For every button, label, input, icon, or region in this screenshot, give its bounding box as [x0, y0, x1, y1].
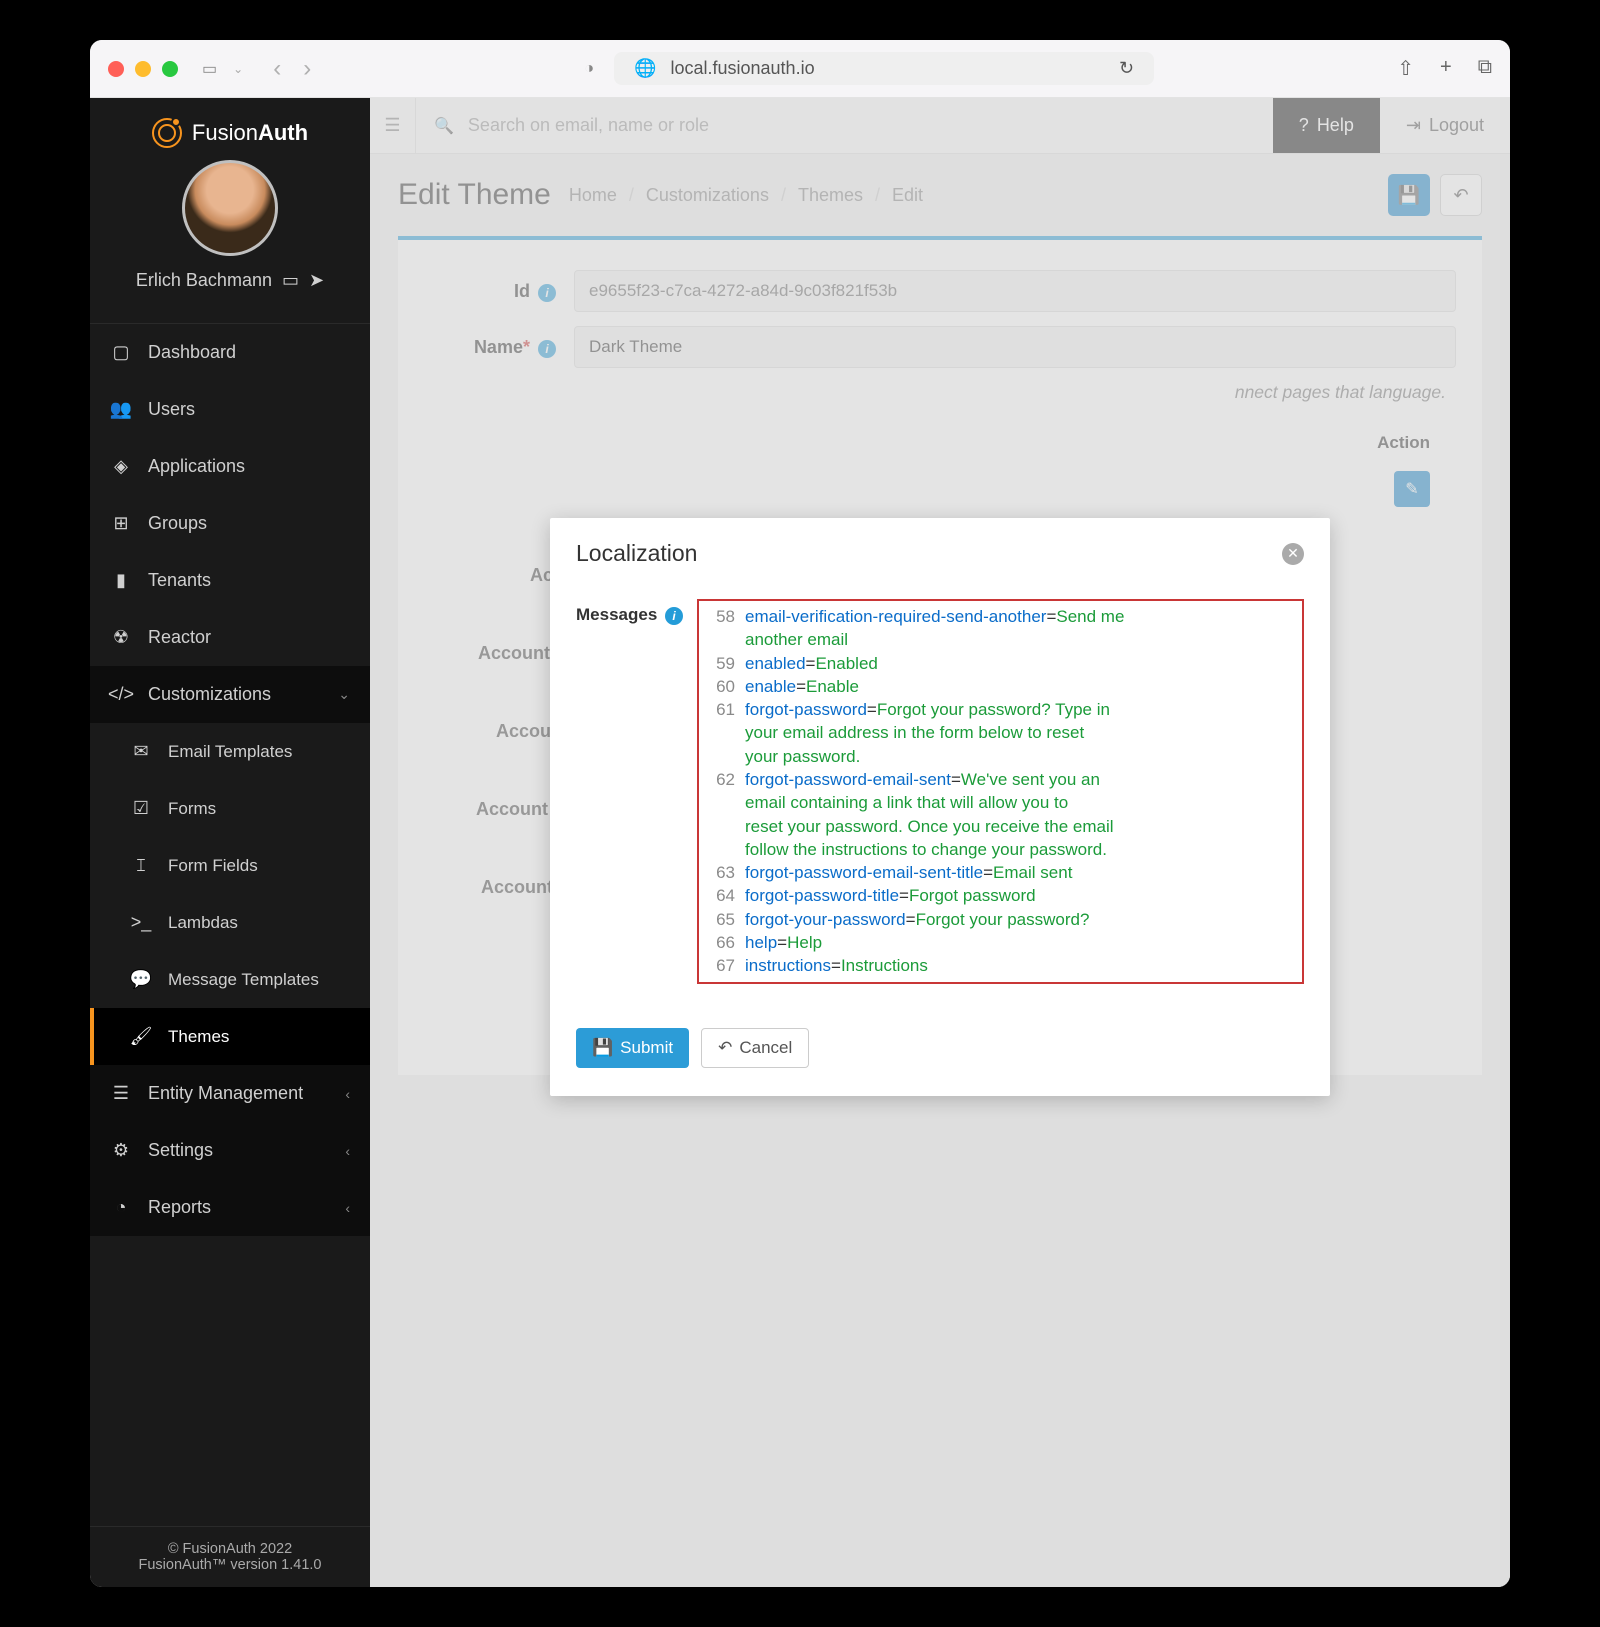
browser-chrome: ▭ ⌄ ‹ › ◑ 🌐 local.fusionauth.io ↻ ⇧ + ⧉	[90, 40, 1510, 98]
messages-label: Messages	[576, 605, 657, 624]
chevron-down-icon: ⌄	[338, 686, 350, 703]
nav-users[interactable]: 👥Users	[90, 381, 370, 438]
nav-dashboard[interactable]: ▢Dashboard	[90, 324, 370, 381]
window-close-icon[interactable]	[108, 61, 124, 77]
address-bar[interactable]: 🌐 local.fusionauth.io ↻	[614, 52, 1154, 85]
terminal-icon: >_	[130, 912, 152, 933]
nav-applications[interactable]: ◈Applications	[90, 438, 370, 495]
messages-editor[interactable]: 58email-verification-required-send-anoth…	[697, 599, 1304, 984]
chevron-left-icon: ‹	[345, 1200, 350, 1216]
sliders-icon: ⚙	[110, 1140, 132, 1161]
window-minimize-icon[interactable]	[135, 61, 151, 77]
sidebar: FusionAuth Erlich Bachmann ▭ ➤ ▢Dashboar…	[90, 98, 370, 1587]
logo-icon	[152, 118, 182, 148]
refresh-icon[interactable]: ↻	[1119, 58, 1134, 79]
sitemap-icon: ⊞	[110, 513, 132, 534]
nav-lambdas[interactable]: >_Lambdas	[90, 894, 370, 951]
comment-icon: 💬	[130, 969, 152, 990]
modal-close-button[interactable]: ✕	[1282, 543, 1304, 565]
nav-email-templates[interactable]: ✉Email Templates	[90, 723, 370, 780]
username: Erlich Bachmann	[136, 270, 272, 291]
nav-forward-icon[interactable]: ›	[303, 55, 311, 83]
cube-icon: ◈	[110, 456, 132, 477]
nav-reports[interactable]: ◔Reports ‹	[90, 1179, 370, 1236]
sidebar-toggle-icon[interactable]: ▭	[202, 59, 217, 79]
dashboard-icon: ▢	[110, 342, 132, 363]
check-icon: ☑	[130, 798, 152, 819]
submit-button[interactable]: 💾Submit	[576, 1028, 689, 1068]
brush-icon: 🖌	[130, 1026, 152, 1047]
pie-chart-icon: ◔	[110, 1197, 132, 1218]
nav-settings[interactable]: ⚙Settings ‹	[90, 1122, 370, 1179]
nav-themes[interactable]: 🖌Themes	[90, 1008, 370, 1065]
localization-modal: Localization ✕ Messages i 58email-verifi…	[550, 518, 1330, 1096]
undo-icon: ↶	[718, 1038, 732, 1058]
chevron-left-icon: ‹	[345, 1143, 350, 1159]
nav-tenants[interactable]: ▮Tenants	[90, 552, 370, 609]
building-icon: ▮	[110, 570, 132, 591]
cancel-button[interactable]: ↶Cancel	[701, 1028, 809, 1068]
envelope-icon: ✉	[130, 741, 152, 762]
shield-icon[interactable]: ◑	[584, 60, 594, 78]
cursor-icon: 𝙸	[130, 855, 152, 876]
globe-icon: 🌐	[634, 58, 656, 79]
url-text: local.fusionauth.io	[670, 58, 814, 79]
chevron-left-icon: ‹	[345, 1086, 350, 1102]
window-maximize-icon[interactable]	[162, 61, 178, 77]
nav-message-templates[interactable]: 💬Message Templates	[90, 951, 370, 1008]
new-tab-icon[interactable]: +	[1440, 56, 1452, 81]
list-icon: ☰	[110, 1083, 132, 1104]
nav-entity-management[interactable]: ☰Entity Management ‹	[90, 1065, 370, 1122]
save-icon: 💾	[592, 1038, 613, 1058]
tabs-icon[interactable]: ⧉	[1478, 56, 1492, 81]
nav-forms[interactable]: ☑Forms	[90, 780, 370, 837]
users-icon: 👥	[110, 399, 132, 420]
code-icon: </>	[110, 684, 132, 705]
version: FusionAuth™ version 1.41.0	[90, 1557, 370, 1573]
nav-form-fields[interactable]: 𝙸Form Fields	[90, 837, 370, 894]
info-icon[interactable]: i	[665, 607, 683, 625]
modal-overlay: Localization ✕ Messages i 58email-verifi…	[370, 98, 1510, 1587]
avatar[interactable]	[182, 160, 278, 256]
nav-groups[interactable]: ⊞Groups	[90, 495, 370, 552]
nav-back-icon[interactable]: ‹	[273, 55, 281, 83]
copyright: © FusionAuth 2022	[90, 1541, 370, 1557]
nav-customizations[interactable]: </>Customizations ⌄	[90, 666, 370, 723]
reactor-icon: ☢	[110, 627, 132, 648]
chevron-down-icon[interactable]: ⌄	[233, 62, 243, 76]
id-card-icon[interactable]: ▭	[282, 270, 299, 291]
nav-reactor[interactable]: ☢Reactor	[90, 609, 370, 666]
share-icon[interactable]: ⇧	[1397, 56, 1414, 81]
modal-title: Localization	[576, 540, 697, 567]
brand-logo: FusionAuth	[90, 118, 370, 148]
location-icon[interactable]: ➤	[309, 270, 324, 291]
